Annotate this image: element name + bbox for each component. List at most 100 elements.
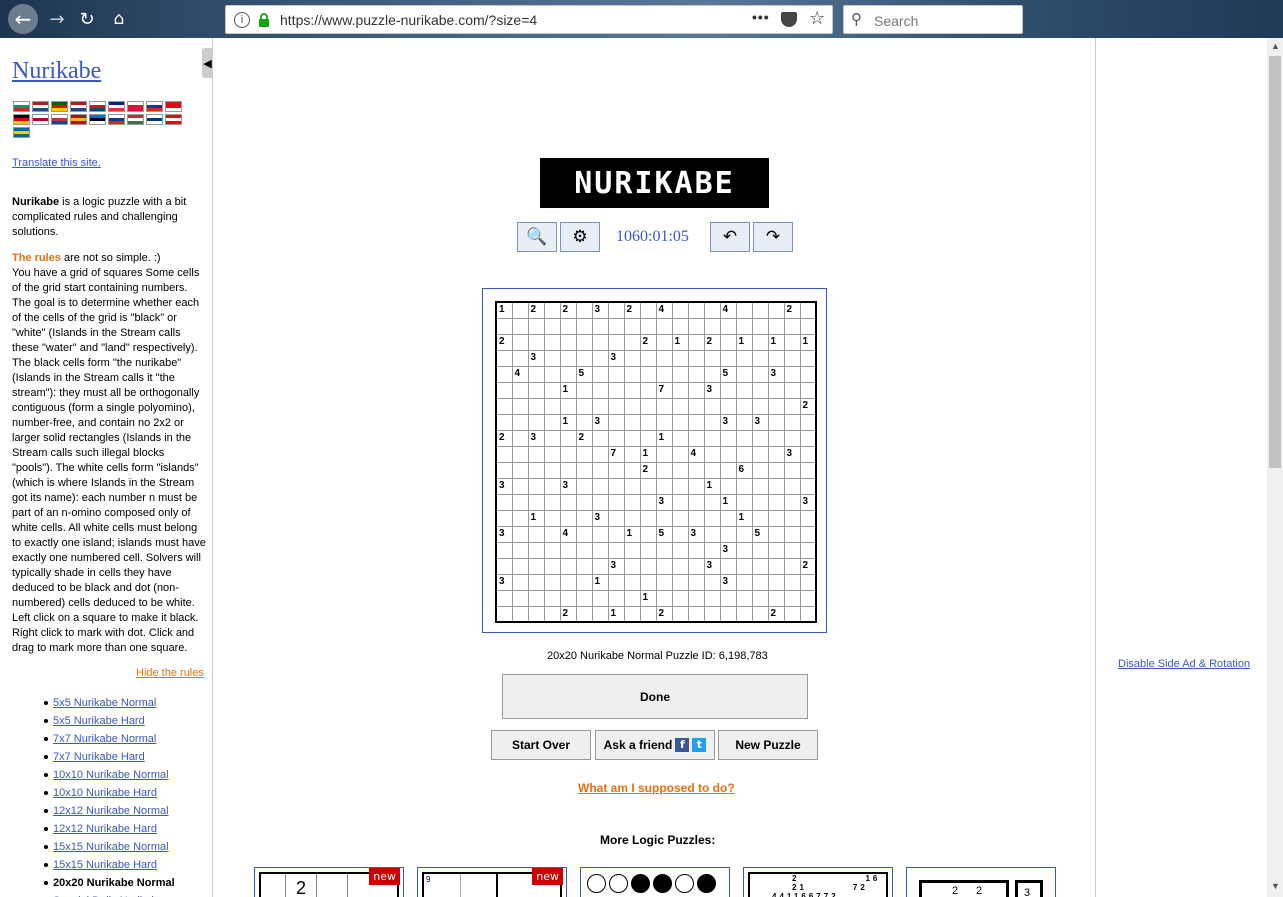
grid-cell[interactable] [751,493,769,511]
grid-cell[interactable] [495,413,513,431]
grid-cell[interactable] [703,429,721,447]
grid-cell[interactable] [767,301,785,319]
grid-cell[interactable] [751,397,769,415]
number-cell[interactable]: 3 [719,541,737,559]
grid-cell[interactable] [623,477,641,495]
number-cell[interactable]: 1 [703,477,721,495]
grid-cell[interactable] [767,509,785,527]
what-to-do-link[interactable]: What am I supposed to do? [578,781,735,795]
grid-cell[interactable] [527,541,545,559]
grid-cell[interactable] [655,317,673,335]
number-cell[interactable]: 3 [799,493,817,511]
number-cell[interactable]: 3 [527,349,545,367]
size-link[interactable]: 20x20 Nurikabe Normal [44,874,175,892]
grid-cell[interactable] [511,605,529,623]
number-cell[interactable]: 1 [559,381,577,399]
grid-cell[interactable] [639,365,657,383]
grid-cell[interactable] [687,413,705,431]
grid-cell[interactable] [687,365,705,383]
grid-cell[interactable] [575,605,593,623]
grid-cell[interactable] [607,365,625,383]
size-link[interactable]: 5x5 Nurikabe Normal [44,694,175,712]
grid-cell[interactable] [543,333,561,351]
grid-cell[interactable] [607,525,625,543]
number-cell[interactable]: 2 [559,605,577,623]
number-cell[interactable]: 5 [575,365,593,383]
grid-cell[interactable] [511,509,529,527]
grid-cell[interactable] [591,541,609,559]
grid-cell[interactable] [527,589,545,607]
grid-cell[interactable] [783,589,801,607]
grid-cell[interactable] [655,413,673,431]
grid-cell[interactable] [719,429,737,447]
grid-cell[interactable] [767,317,785,335]
number-cell[interactable]: 3 [591,509,609,527]
settings-button[interactable]: ⚙ [560,222,600,252]
grid-cell[interactable] [591,589,609,607]
grid-cell[interactable] [735,301,753,319]
grid-cell[interactable] [623,349,641,367]
grid-cell[interactable] [543,349,561,367]
grid-cell[interactable] [671,317,689,335]
number-cell[interactable]: 2 [703,333,721,351]
grid-cell[interactable] [671,365,689,383]
grid-cell[interactable] [575,493,593,511]
grid-cell[interactable] [607,573,625,591]
grid-cell[interactable] [559,317,577,335]
number-cell[interactable]: 2 [623,301,641,319]
number-cell[interactable]: 4 [719,301,737,319]
language-flag-icon[interactable] [108,101,125,112]
grid-cell[interactable] [511,445,529,463]
grid-cell[interactable] [607,301,625,319]
twitter-icon[interactable]: t [692,738,707,752]
grid-cell[interactable] [623,541,641,559]
number-cell[interactable]: 3 [591,413,609,431]
grid-cell[interactable] [543,445,561,463]
grid-cell[interactable] [639,509,657,527]
grid-cell[interactable] [575,349,593,367]
grid-cell[interactable] [671,541,689,559]
grid-cell[interactable] [767,493,785,511]
grid-cell[interactable] [799,365,817,383]
grid-cell[interactable] [623,493,641,511]
grid-cell[interactable] [767,429,785,447]
grid-cell[interactable] [591,365,609,383]
grid-cell[interactable] [623,573,641,591]
grid-cell[interactable] [687,349,705,367]
grid-cell[interactable] [543,429,561,447]
grid-cell[interactable] [575,445,593,463]
size-link[interactable]: 7x7 Nurikabe Hard [44,748,175,766]
grid-cell[interactable] [751,381,769,399]
number-cell[interactable]: 3 [703,557,721,575]
number-cell[interactable]: 1 [655,429,673,447]
grid-cell[interactable] [751,445,769,463]
grid-cell[interactable] [639,525,657,543]
grid-cell[interactable] [655,557,673,575]
grid-cell[interactable] [687,509,705,527]
grid-cell[interactable] [591,461,609,479]
grid-cell[interactable] [527,477,545,495]
ask-friend-button[interactable]: Ask a friend f t [595,730,715,760]
grid-cell[interactable] [719,589,737,607]
grid-cell[interactable] [751,301,769,319]
grid-cell[interactable] [495,397,513,415]
grid-cell[interactable] [511,493,529,511]
grid-cell[interactable] [511,381,529,399]
language-flag-icon[interactable] [32,114,49,125]
grid-cell[interactable] [799,429,817,447]
grid-cell[interactable] [527,445,545,463]
grid-cell[interactable] [671,477,689,495]
grid-cell[interactable] [703,605,721,623]
language-flag-icon[interactable] [70,101,87,112]
grid-cell[interactable] [671,493,689,511]
scrollbar[interactable]: ▲ ▼ [1267,38,1283,897]
number-cell[interactable]: 3 [607,349,625,367]
grid-cell[interactable] [687,589,705,607]
grid-cell[interactable] [735,349,753,367]
grid-cell[interactable] [527,413,545,431]
home-icon[interactable]: ⌂ [104,4,134,34]
number-cell[interactable]: 3 [783,445,801,463]
number-cell[interactable]: 1 [607,605,625,623]
number-cell[interactable]: 2 [783,301,801,319]
grid-cell[interactable] [543,541,561,559]
